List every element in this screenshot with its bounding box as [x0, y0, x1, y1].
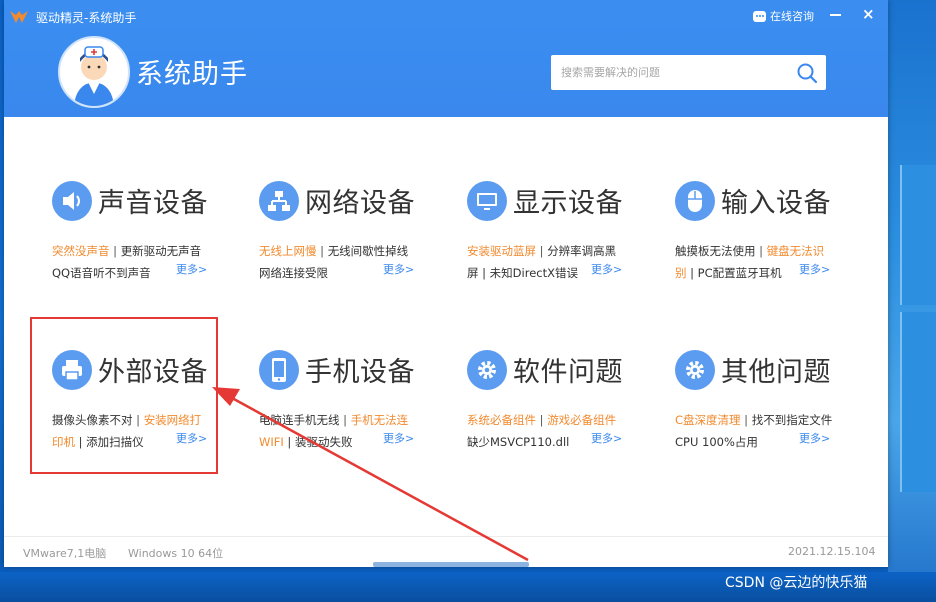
system-assistant-window: 驱动精灵-系统助手 在线咨询 × 系统助手 搜索需要解决的问题 声音设备 突然没…: [4, 0, 888, 567]
close-button[interactable]: ×: [862, 5, 875, 23]
window-title: 驱动精灵-系统助手: [36, 11, 137, 25]
issue-link[interactable]: 无线间歇性掉线: [328, 244, 409, 258]
category-description: C盘深度清理 | 找不到指定文件 CPU 100%占用: [675, 413, 833, 449]
category-input-devices[interactable]: 输入设备 触摸板无法使用 | 键盘无法识 别 | PC配置蓝牙耳机 更多>: [675, 173, 875, 313]
online-consult-label: 在线咨询: [770, 10, 814, 23]
more-link[interactable]: 更多>: [383, 261, 414, 277]
category-description: 无线上网慢 | 无线间歇性掉线 网络连接受限: [259, 244, 409, 280]
category-title: 声音设备: [98, 188, 208, 219]
more-link[interactable]: 更多>: [591, 430, 622, 446]
speaker-icon: [52, 181, 92, 221]
category-title: 输入设备: [721, 188, 831, 219]
online-consult-button[interactable]: 在线咨询: [753, 8, 814, 24]
issue-link[interactable]: 更新驱动无声音: [121, 244, 202, 258]
mouse-icon: [675, 181, 715, 221]
phone-icon: [259, 350, 299, 390]
taskbar-item[interactable]: [373, 562, 529, 567]
category-other-issues[interactable]: 其他问题 C盘深度清理 | 找不到指定文件 CPU 100%占用 更多>: [675, 342, 875, 482]
issue-link[interactable]: 无线上网慢: [259, 244, 317, 258]
gear-icon: [675, 350, 715, 390]
issue-link[interactable]: | PC配置蓝牙耳机: [687, 266, 782, 280]
more-link[interactable]: 更多>: [176, 261, 207, 277]
issue-link[interactable]: 找不到指定文件: [752, 413, 833, 427]
os-version: Windows 10 64位: [128, 547, 224, 560]
doctor-icon: [74, 46, 114, 106]
issue-link[interactable]: | 装驱动失败: [284, 435, 352, 449]
issue-link[interactable]: WIFI: [259, 435, 284, 449]
computer-model: VMware7,1电脑: [23, 547, 107, 560]
issue-link[interactable]: 游戏必备组件: [547, 413, 616, 427]
search-input[interactable]: [551, 55, 786, 90]
minimize-button[interactable]: [830, 14, 841, 16]
category-software-issues[interactable]: 软件问题 系统必备组件 | 游戏必备组件 缺少MSVCP110.dll 更多>: [467, 342, 667, 482]
app-title: 系统助手: [136, 59, 248, 90]
issue-link[interactable]: 安装驱动蓝屏: [467, 244, 536, 258]
issue-link[interactable]: 屏 | 未知DirectX错误: [467, 266, 578, 280]
category-title: 手机设备: [305, 357, 415, 388]
issue-link[interactable]: C盘深度清理: [675, 413, 741, 427]
app-version: 2021.12.15.104: [788, 545, 876, 558]
issue-link[interactable]: 分辨率调高黑: [547, 244, 616, 258]
chat-bubble-icon: [753, 10, 766, 22]
more-link[interactable]: 更多>: [799, 261, 830, 277]
category-title: 网络设备: [305, 188, 415, 219]
category-sound-devices[interactable]: 声音设备 突然没声音 | 更新驱动无声音 QQ语音听不到声音 更多>: [52, 173, 252, 313]
network-icon: [259, 181, 299, 221]
issue-link[interactable]: 电脑连手机无线: [259, 413, 340, 427]
category-description: 安装驱动蓝屏 | 分辨率调高黑 屏 | 未知DirectX错误: [467, 244, 617, 280]
issue-link[interactable]: 键盘无法识: [767, 244, 825, 258]
issue-link[interactable]: 手机无法连: [351, 413, 409, 427]
category-network-devices[interactable]: 网络设备 无线上网慢 | 无线间歇性掉线 网络连接受限 更多>: [259, 173, 459, 313]
category-description: 系统必备组件 | 游戏必备组件 缺少MSVCP110.dll: [467, 413, 617, 449]
highlight-box: [30, 317, 218, 474]
category-title: 软件问题: [513, 357, 623, 388]
issue-link[interactable]: 触摸板无法使用: [675, 244, 756, 258]
watermark: CSDN @云边的快乐猫: [725, 575, 868, 591]
category-title: 其他问题: [721, 357, 831, 388]
category-title: 显示设备: [513, 188, 623, 219]
issue-link[interactable]: 缺少MSVCP110.dll: [467, 435, 569, 449]
issue-link[interactable]: 系统必备组件: [467, 413, 536, 427]
category-mobile-devices[interactable]: 手机设备 电脑连手机无线 | 手机无法连 WIFI | 装驱动失败 更多>: [259, 342, 459, 482]
more-link[interactable]: 更多>: [591, 261, 622, 277]
drivergenius-logo-icon: [10, 11, 28, 23]
issue-link[interactable]: 别: [675, 266, 687, 280]
gear-icon: [467, 350, 507, 390]
category-description: 电脑连手机无线 | 手机无法连 WIFI | 装驱动失败: [259, 413, 409, 449]
search-icon[interactable]: [796, 62, 818, 84]
issue-link[interactable]: QQ语音听不到声音: [52, 266, 151, 280]
issue-link[interactable]: 网络连接受限: [259, 266, 328, 280]
more-link[interactable]: 更多>: [383, 430, 414, 446]
desktop-tile: [900, 165, 936, 305]
window-header: 驱动精灵-系统助手 在线咨询 × 系统助手: [4, 0, 888, 117]
category-description: 突然没声音 | 更新驱动无声音 QQ语音听不到声音: [52, 244, 202, 280]
issue-link[interactable]: 突然没声音: [52, 244, 110, 258]
category-display-devices[interactable]: 显示设备 安装驱动蓝屏 | 分辨率调高黑 屏 | 未知DirectX错误 更多>: [467, 173, 667, 313]
monitor-icon: [467, 181, 507, 221]
search-box: [551, 55, 826, 90]
issue-link[interactable]: CPU 100%占用: [675, 435, 758, 449]
category-description: 触摸板无法使用 | 键盘无法识 别 | PC配置蓝牙耳机: [675, 244, 825, 280]
more-link[interactable]: 更多>: [799, 430, 830, 446]
desktop-tile: [900, 312, 936, 492]
doctor-avatar: [58, 36, 130, 108]
